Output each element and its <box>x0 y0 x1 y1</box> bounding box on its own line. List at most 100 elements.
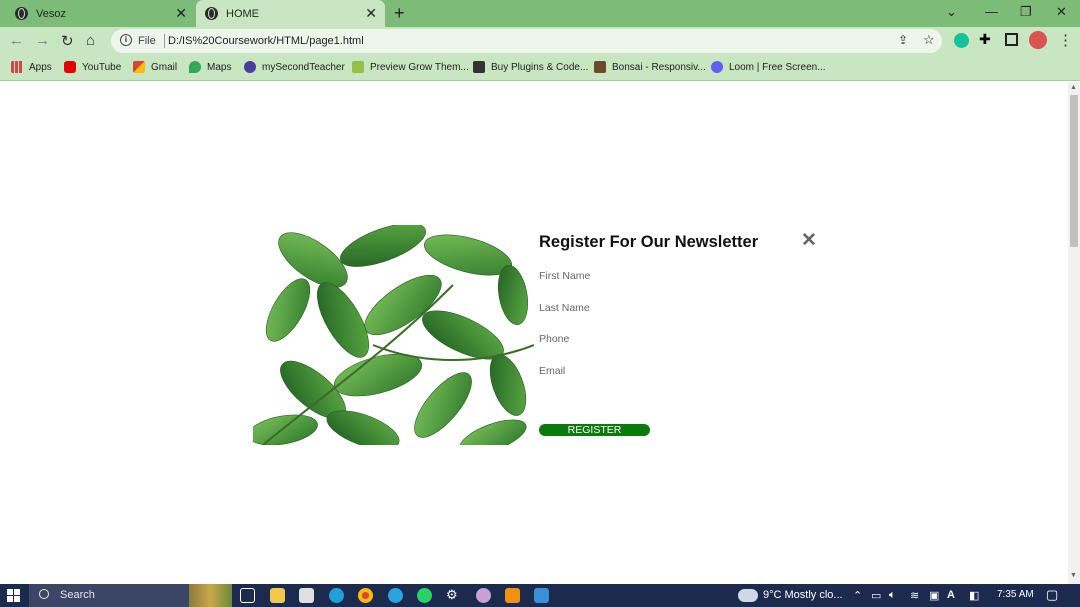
url-text[interactable]: D:/IS%20Coursework/HTML/page1.html <box>168 35 364 47</box>
forward-arrow-icon[interactable]: → <box>35 32 50 49</box>
address-divider <box>164 34 165 48</box>
leaves-illustration <box>253 225 534 445</box>
back-arrow-icon[interactable]: ← <box>9 32 24 49</box>
input-indicator-icon[interactable]: ◧ <box>969 589 979 602</box>
taskbar-search-box[interactable]: Search <box>29 584 232 607</box>
scroll-up-icon[interactable]: ▲ <box>1070 84 1077 91</box>
modal-title: Register For Our Newsletter <box>539 233 759 251</box>
volume-icon[interactable]: 🔈︎ <box>889 589 896 602</box>
tab-label: HOME <box>226 7 259 20</box>
first-name-field[interactable] <box>539 267 779 285</box>
show-hidden-icons-chevron-icon[interactable]: ⌃ <box>853 589 862 602</box>
settings-gear-icon[interactable]: ⚙ <box>446 587 461 602</box>
bookmark-label: Maps <box>207 61 232 73</box>
email-field[interactable] <box>539 362 779 380</box>
bookmark-label: Bonsai - Responsiv... <box>612 61 706 73</box>
scheme-label: File <box>138 35 156 47</box>
weather-text[interactable]: 9°C Mostly clo... <box>763 589 843 601</box>
bookmark-label: Gmail <box>151 61 178 73</box>
profile-avatar[interactable] <box>1029 31 1047 49</box>
clock-time[interactable]: 7:35 AM <box>997 589 1034 600</box>
notifications-icon[interactable]: ▢ <box>1046 587 1058 603</box>
bookmark-bonsai[interactable]: Bonsai - Responsiv... <box>594 61 706 73</box>
globe-icon <box>15 7 28 20</box>
tab-search-chevron-icon[interactable]: ⌄ <box>946 4 957 20</box>
bookmark-label: Preview Grow Them... <box>370 61 469 73</box>
menu-dots-icon[interactable]: ⋮ <box>1058 31 1073 49</box>
minimize-icon[interactable]: — <box>985 4 998 19</box>
bookmark-mysecondteacher[interactable]: mySecondTeacher <box>244 61 345 73</box>
bookmarks-bar: Apps YouTube Gmail Maps mySecondTeacher … <box>0 56 1080 81</box>
close-icon[interactable]: ✕ <box>801 229 817 252</box>
bonsai-icon <box>594 61 606 73</box>
wifi-icon[interactable]: ≋ <box>910 589 919 602</box>
restore-icon[interactable]: ❐ <box>1020 4 1032 20</box>
bookmark-gmail[interactable]: Gmail <box>133 61 177 73</box>
meet-now-icon[interactable]: ▣ <box>929 589 939 602</box>
bookmark-loom[interactable]: Loom | Free Screen... <box>711 61 826 73</box>
bookmark-preview-grow[interactable]: Preview Grow Them... <box>352 61 469 73</box>
reload-icon[interactable]: ↻ <box>61 32 74 50</box>
task-view-icon[interactable] <box>240 588 255 603</box>
file-explorer-icon[interactable] <box>270 588 285 603</box>
youtube-icon <box>64 61 76 73</box>
apps-grid-icon <box>11 61 23 73</box>
phone-field[interactable] <box>539 330 779 348</box>
grammarly-extension-icon[interactable] <box>954 33 969 48</box>
loom-icon <box>711 61 723 73</box>
maps-pin-icon <box>189 61 201 73</box>
telegram-icon[interactable] <box>388 588 403 603</box>
tab-home[interactable]: HOME ✕ <box>196 0 385 27</box>
scroll-down-icon[interactable]: ▼ <box>1070 572 1077 579</box>
taskbar-search-label: Search <box>60 589 95 601</box>
search-highlight-image <box>189 584 232 607</box>
battery-icon[interactable]: ▭ <box>871 589 881 602</box>
mysecondteacher-icon <box>244 61 256 73</box>
windows-start-icon[interactable] <box>7 589 21 603</box>
new-tab-icon[interactable]: + <box>394 3 405 24</box>
tab-strip: Vesoz ✕ HOME ✕ + ⌄ — ❐ ✕ <box>0 0 1080 27</box>
newsletter-form: Register For Our Newsletter ✕ REGISTER <box>539 225 829 445</box>
paint-icon[interactable] <box>476 588 491 603</box>
chrome-icon[interactable] <box>358 588 373 603</box>
bookmark-buy-plugins[interactable]: Buy Plugins & Code... <box>473 61 588 73</box>
side-panel-icon[interactable] <box>1005 33 1018 46</box>
store-icon[interactable] <box>299 588 314 603</box>
leaves-image <box>253 225 534 445</box>
close-tab-icon[interactable]: ✕ <box>175 5 187 22</box>
browser-toolbar: ← → ↻ ⌂ i File D:/IS%20Coursework/HTML/p… <box>0 27 1080 56</box>
codecanyon-icon <box>473 61 485 73</box>
language-icon[interactable]: A <box>947 589 955 601</box>
bookmark-youtube[interactable]: YouTube <box>64 61 121 73</box>
bookmark-label: YouTube <box>82 61 122 73</box>
window-close-icon[interactable]: ✕ <box>1056 4 1067 20</box>
home-icon[interactable]: ⌂ <box>86 32 95 49</box>
bookmark-label: mySecondTeacher <box>262 61 345 73</box>
search-icon <box>39 589 49 599</box>
bookmark-star-icon[interactable]: ☆ <box>923 32 935 48</box>
edge-icon[interactable] <box>329 588 344 603</box>
whatsapp-icon[interactable] <box>417 588 432 603</box>
weather-cloud-icon[interactable] <box>738 589 758 602</box>
last-name-field[interactable] <box>539 299 779 317</box>
site-info-icon[interactable]: i <box>120 34 132 46</box>
gmail-icon <box>133 61 145 73</box>
windows-taskbar: Search ⚙ 9°C Mostly clo... ⌃ ▭ 🔈︎ ≋ ▣ A … <box>0 584 1080 607</box>
share-icon[interactable]: ⇪ <box>898 33 908 47</box>
shopify-icon <box>352 61 364 73</box>
extensions-puzzle-icon[interactable]: ✚ <box>979 31 994 47</box>
bookmark-label: Buy Plugins & Code... <box>491 61 589 73</box>
page-scrollbar[interactable]: ▲ ▼ <box>1068 82 1080 584</box>
tab-vesoz[interactable]: Vesoz ✕ <box>0 0 195 27</box>
scrollbar-thumb[interactable] <box>1070 95 1078 247</box>
bookmark-maps[interactable]: Maps <box>189 61 231 73</box>
bookmark-label: Apps <box>29 61 52 73</box>
close-tab-icon[interactable]: ✕ <box>365 5 377 22</box>
address-bar[interactable]: i File D:/IS%20Coursework/HTML/page1.htm… <box>111 29 942 53</box>
globe-icon <box>205 7 218 20</box>
register-button[interactable]: REGISTER <box>539 424 650 436</box>
photos-icon[interactable] <box>534 588 549 603</box>
sublime-text-icon[interactable] <box>505 588 520 603</box>
bookmark-apps[interactable]: Apps <box>11 61 52 73</box>
tab-label: Vesoz <box>36 7 66 20</box>
